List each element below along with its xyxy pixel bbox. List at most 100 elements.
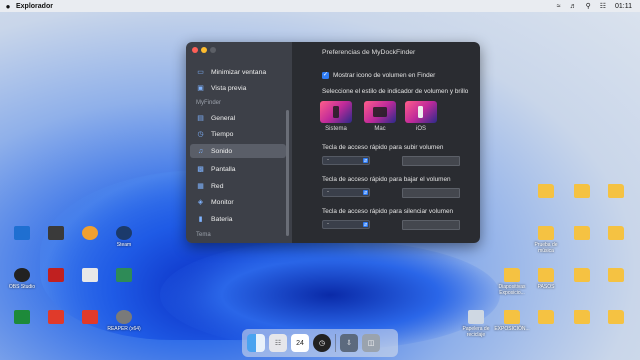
wifi-icon[interactable]: ≈	[557, 3, 561, 10]
folder-icon	[574, 268, 590, 282]
section-myfinder: MyFinder	[196, 100, 222, 106]
sidebar-item-pantalla[interactable]: ▩ Pantalla	[190, 162, 286, 176]
sound-settings-pane: Preferencias de MyDockFinder ✓ Mostrar i…	[292, 42, 480, 243]
close-button[interactable]	[192, 47, 198, 53]
desktop-folder[interactable]	[596, 184, 636, 200]
app-icon	[116, 268, 132, 282]
sidebar-scrollbar[interactable]	[286, 110, 289, 236]
desktop-folder[interactable]	[526, 184, 566, 200]
folder-icon	[574, 184, 590, 198]
style-option-ios[interactable]: iOS	[405, 101, 437, 132]
section-tema: Tema	[196, 232, 211, 238]
sidebar-item-label: Vista previa	[211, 84, 247, 92]
desktop-app[interactable]	[104, 268, 144, 284]
clock[interactable]: 01:11	[615, 3, 632, 10]
mute-modifier-select[interactable]: - ⇵	[322, 220, 370, 229]
display-icon: ▩	[197, 165, 204, 173]
minimize-icon: ▭	[197, 68, 204, 76]
window-title: Preferencias de MyDockFinder	[322, 49, 416, 56]
monitor-icon: ◈	[197, 198, 204, 206]
folder-icon	[608, 184, 624, 198]
folder-icon	[538, 226, 554, 240]
dock-separator	[335, 334, 336, 352]
sidebar-item-label: Sonido	[211, 147, 233, 155]
desktop-icon-steam[interactable]: Steam	[104, 226, 144, 248]
volume-up-modifier-select[interactable]: - ⇵	[322, 156, 370, 165]
window-controls	[192, 47, 216, 53]
sidebar-item-tiempo[interactable]: ◷ Tiempo	[190, 127, 286, 141]
show-volume-checkbox[interactable]: ✓ Mostrar icono de volumen en Finder	[322, 72, 435, 79]
sidebar-item-bateria[interactable]: ▮ Bateria	[190, 212, 286, 226]
desktop-icon-label: Diapositivas Exposicio...	[498, 284, 526, 296]
volume-up-label: Tecla de acceso rápido para subir volume…	[322, 144, 444, 151]
minimize-button[interactable]	[201, 47, 207, 53]
desktop-icon-label: PASOS	[537, 284, 555, 290]
sidebar-item-label: Monitor	[211, 198, 234, 206]
sidebar-item-monitor[interactable]: ◈ Monitor	[190, 195, 286, 209]
desktop-icon-reaper[interactable]: REAPER (x64)	[104, 310, 144, 332]
app-icon	[14, 310, 30, 324]
steam-icon	[116, 226, 132, 240]
sidebar-item-sonido[interactable]: ♫ Sonido	[190, 144, 286, 158]
dock: ☷ 24 ◷ ⇩ ◫	[242, 329, 398, 357]
volume-up-key-field[interactable]	[402, 156, 460, 166]
checkbox-label: Mostrar icono de volumen en Finder	[333, 72, 436, 79]
desktop-folder[interactable]	[526, 310, 566, 326]
desktop-folder[interactable]	[596, 310, 636, 326]
style-caption: iOS	[415, 126, 426, 132]
finder-icon[interactable]	[247, 334, 265, 352]
launchpad-icon[interactable]: ☷	[269, 334, 287, 352]
calendar-day: 24	[296, 339, 304, 347]
desktop-icon-label: OBS Studio	[8, 284, 36, 290]
apple-icon[interactable]: ●	[0, 2, 16, 11]
style-option-sistema[interactable]: Sistema	[320, 101, 352, 132]
volume-down-label: Tecla de acceso rápido para bajar el vol…	[322, 176, 451, 183]
desktop-folder[interactable]	[596, 226, 636, 242]
folder-icon	[538, 268, 554, 282]
desktop-icon-label: REAPER (x64)	[107, 326, 141, 332]
volume-down-key-field[interactable]	[402, 188, 460, 198]
sidebar: ▭ Minimizar ventana ▣ Vista previa MyFin…	[186, 42, 292, 243]
folder-icon	[608, 310, 624, 324]
sidebar-item-label: Tiempo	[211, 130, 234, 138]
desktop-icon-label: Prueba de música	[534, 242, 558, 254]
chevron-updown-icon: ⇵	[363, 158, 368, 163]
folder-icon	[574, 226, 590, 240]
desktop-icon-pasos[interactable]: PASOS	[526, 268, 566, 290]
speaker-icon: ♫	[197, 147, 204, 155]
downloads-icon[interactable]: ⇩	[340, 334, 358, 352]
app-menu-name[interactable]: Explorador	[16, 3, 53, 10]
style-option-mac[interactable]: Mac	[364, 101, 396, 132]
desktop-icon-prueba[interactable]: Prueba de música	[526, 226, 566, 254]
folder-icon	[538, 310, 554, 324]
reaper-icon	[116, 310, 132, 324]
clock-icon[interactable]: ◷	[313, 334, 331, 352]
trash-icon[interactable]: ◫	[362, 334, 380, 352]
sidebar-item-label: Pantalla	[211, 165, 236, 173]
zoom-button[interactable]	[210, 47, 216, 53]
calendar-icon[interactable]: 24	[291, 334, 309, 352]
sidebar-item-label: Minimizar ventana	[211, 68, 267, 76]
desktop-icon-trash[interactable]: Papelera de reciclaje	[456, 310, 496, 338]
volume-down-modifier-select[interactable]: - ⇵	[322, 188, 370, 197]
preview-icon: ▣	[197, 84, 204, 92]
chevron-updown-icon: ⇵	[363, 190, 368, 195]
desktop-icon-label: Papelera de reciclaje	[462, 326, 490, 338]
folder-icon	[538, 184, 554, 198]
search-icon[interactable]: ⚲	[586, 2, 591, 10]
sidebar-item-red[interactable]: ▦ Red	[190, 179, 286, 193]
desktop-app[interactable]	[70, 226, 110, 242]
mute-key-field[interactable]	[402, 220, 460, 230]
volume-icon[interactable]: ♬	[570, 3, 577, 10]
pdf-icon	[82, 310, 98, 324]
sidebar-item-general[interactable]: ▤ General	[190, 111, 286, 125]
control-center-icon[interactable]: ☷	[600, 2, 606, 10]
desktop-app[interactable]	[70, 310, 110, 326]
sidebar-item-label: Bateria	[211, 215, 233, 223]
sidebar-item-label: Red	[211, 182, 224, 190]
sidebar-item-minimize[interactable]: ▭ Minimizar ventana	[190, 65, 286, 79]
sidebar-item-preview[interactable]: ▣ Vista previa	[190, 81, 286, 95]
folder-icon	[504, 268, 520, 282]
checkmark-icon: ✓	[322, 72, 329, 79]
desktop-folder[interactable]	[596, 268, 636, 284]
